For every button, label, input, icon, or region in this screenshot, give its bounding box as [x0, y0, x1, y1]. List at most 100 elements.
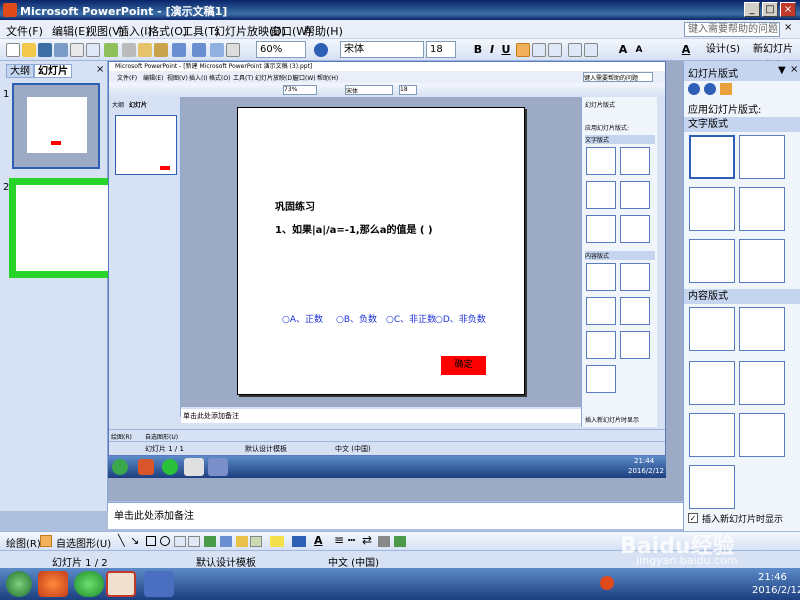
line-color-icon[interactable] [292, 536, 306, 547]
decrease-font-icon[interactable]: A [632, 42, 646, 58]
nested-layout-3[interactable] [586, 181, 616, 209]
3d-style-icon[interactable] [394, 536, 406, 547]
taskbar-app-1[interactable] [38, 571, 68, 597]
layout-vertical-text-1[interactable] [689, 239, 735, 283]
layout-two-content[interactable] [739, 361, 785, 405]
nested-layout-6[interactable] [620, 215, 650, 243]
nested-layout-11[interactable] [586, 331, 616, 359]
nested-start-icon[interactable] [112, 459, 128, 475]
line-style-icon[interactable]: ≡ [334, 533, 344, 547]
underline-button[interactable]: U [500, 42, 512, 58]
nested-layout-12[interactable] [620, 331, 650, 359]
confirm-button[interactable]: 确定 [441, 356, 486, 375]
oval-icon[interactable] [160, 536, 170, 546]
nested-size-select[interactable]: 18 [399, 85, 417, 95]
nested-layout-5[interactable] [586, 215, 616, 243]
nested-tab-slides[interactable]: 幻灯片 [129, 100, 147, 109]
layout-title-only[interactable] [739, 135, 785, 179]
numbering-icon[interactable] [568, 43, 582, 57]
task-pane-menu-icon[interactable]: ▼ [778, 65, 786, 76]
nested-notes[interactable]: 单击此处添加备注 [181, 409, 581, 423]
layout-title-content[interactable] [689, 361, 735, 405]
align-right-icon[interactable] [548, 43, 562, 57]
draw-menu[interactable]: 绘图(R) [6, 535, 41, 550]
rectangle-icon[interactable] [146, 536, 156, 546]
nested-layout-7[interactable] [586, 263, 616, 291]
open-icon[interactable] [22, 43, 36, 57]
font-color-draw-icon[interactable]: A [314, 534, 323, 547]
arrow-icon[interactable]: ↘ [130, 534, 139, 547]
increase-font-icon[interactable]: A [616, 42, 630, 58]
option-a[interactable]: ○A、正数 [282, 312, 323, 325]
new-icon[interactable] [6, 43, 20, 57]
paste-icon[interactable] [154, 43, 168, 57]
clipart-icon[interactable] [236, 536, 248, 547]
fill-color-icon[interactable] [270, 536, 284, 547]
spelling-icon[interactable] [104, 43, 118, 57]
option-c[interactable]: ○C、非正数 [386, 312, 436, 325]
slide-canvas[interactable]: 巩固练习 1、如果|a|/a=-1,那么a的值是 ( ) ○A、正数 ○B、负数… [237, 107, 525, 395]
task-pane-close-icon[interactable]: × [790, 64, 798, 75]
cut-icon[interactable] [122, 43, 136, 57]
align-left-icon[interactable] [516, 43, 530, 57]
layout-title-two-column[interactable] [739, 187, 785, 231]
help-icon[interactable] [314, 43, 328, 57]
nested-app-icon-1[interactable] [138, 459, 154, 475]
slide-heading[interactable]: 巩固练习 [275, 198, 315, 213]
nested-zoom-select[interactable]: 73% [283, 85, 317, 95]
nested-layout-8[interactable] [620, 263, 650, 291]
slide-thumbnail-1[interactable] [12, 83, 100, 169]
select-objects-icon[interactable] [40, 535, 52, 547]
nested-app-icon-4[interactable] [208, 458, 228, 476]
nested-layout-1[interactable] [586, 147, 616, 175]
layout-blank[interactable] [689, 307, 735, 351]
nested-menu-window[interactable]: 窗口(W) [293, 73, 316, 82]
home-icon[interactable] [720, 83, 732, 95]
picture-icon[interactable] [250, 536, 262, 547]
save-icon[interactable] [38, 43, 52, 57]
nested-app-icon-2[interactable] [162, 459, 178, 475]
layout-title-text[interactable] [689, 187, 735, 231]
textbox-icon[interactable] [174, 536, 186, 547]
arrow-style-icon[interactable]: ⇄ [362, 533, 372, 547]
taskbar-powerpoint-icon[interactable] [106, 571, 136, 597]
dash-style-icon[interactable]: ┅ [348, 533, 355, 547]
undo-icon[interactable] [172, 43, 186, 57]
nested-menu-file[interactable]: 文件(F) [117, 73, 137, 82]
menu-insert[interactable]: 插入(I) [118, 23, 152, 39]
diagram-icon[interactable] [220, 536, 232, 547]
new-slide-button[interactable]: 新幻灯片(N) [748, 42, 798, 71]
font-size-select[interactable]: 18 [426, 41, 456, 58]
notes-pane[interactable]: 单击此处添加备注 [108, 502, 683, 529]
bold-button[interactable]: B [472, 42, 484, 58]
wordart-icon[interactable] [204, 536, 216, 547]
start-button[interactable] [6, 571, 32, 597]
nested-layout-13[interactable] [586, 365, 616, 393]
layout-content-5[interactable] [689, 465, 735, 509]
minimize-button[interactable]: _ [744, 2, 760, 17]
tab-slides[interactable]: 幻灯片 [34, 64, 72, 78]
menu-edit[interactable]: 编辑(E) [52, 23, 90, 39]
nested-font-select[interactable]: 宋体 [345, 85, 393, 95]
permission-icon[interactable] [54, 43, 68, 57]
show-on-insert-checkbox[interactable]: ✓ [688, 513, 698, 523]
tab-outline[interactable]: 大纲 [6, 64, 34, 78]
layout-content-3[interactable] [689, 413, 735, 457]
layout-content[interactable] [739, 307, 785, 351]
nested-slide-thumbnail[interactable] [115, 115, 177, 175]
close-button[interactable]: × [780, 2, 796, 17]
tray-icon-1[interactable] [600, 576, 614, 590]
nested-layout-2[interactable] [620, 147, 650, 175]
nested-menu-tools[interactable]: 工具(T) [233, 73, 253, 82]
font-color-icon[interactable]: A [678, 42, 694, 58]
nested-show-on-insert[interactable]: 插入新幻灯片时显示 [585, 415, 639, 424]
nested-draw-menu[interactable]: 绘图(R) [111, 432, 132, 441]
preview-icon[interactable] [86, 43, 100, 57]
bullets-icon[interactable] [584, 43, 598, 57]
nested-layout-4[interactable] [620, 181, 650, 209]
align-center-icon[interactable] [532, 43, 546, 57]
maximize-button[interactable]: □ [762, 2, 778, 17]
table-icon[interactable] [226, 43, 240, 57]
slide-thumbnail-2[interactable] [9, 178, 115, 278]
close-pane-icon[interactable]: × [96, 64, 104, 75]
